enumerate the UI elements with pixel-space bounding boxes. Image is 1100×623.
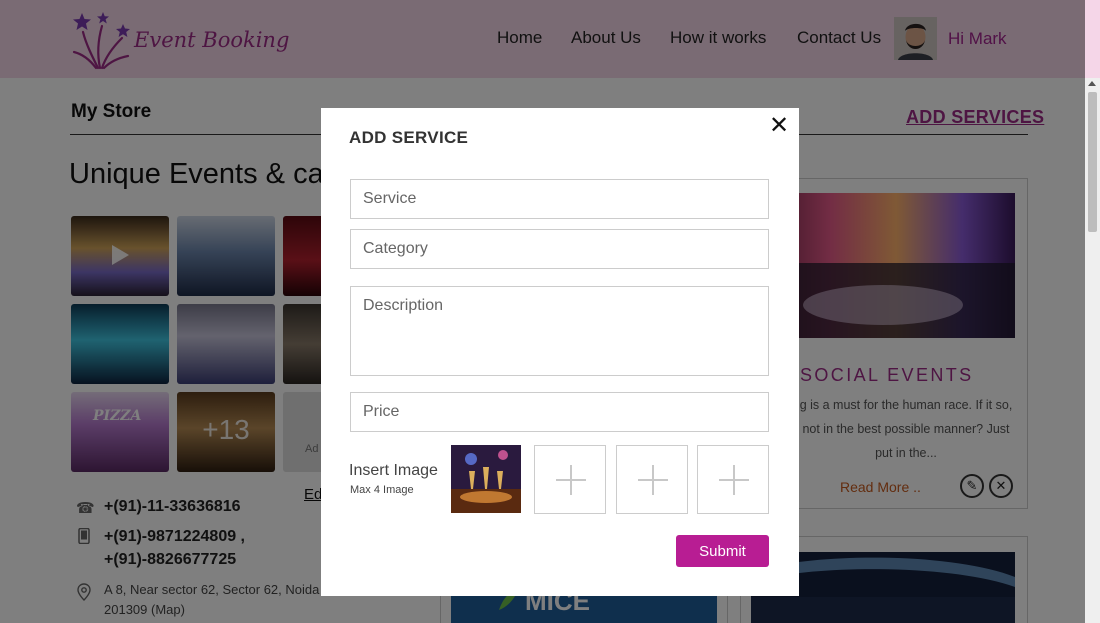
description-textarea[interactable] (350, 286, 769, 376)
scroll-up-arrow[interactable] (1088, 81, 1096, 86)
close-icon[interactable]: ✕ (769, 114, 789, 138)
plus-icon (638, 465, 668, 495)
max-image-note: Max 4 Image (350, 484, 414, 496)
plus-icon (556, 465, 586, 495)
uploaded-image-thumb[interactable] (451, 445, 521, 513)
service-input[interactable] (350, 179, 769, 219)
price-input[interactable] (350, 392, 769, 432)
modal-title: ADD SERVICE (349, 128, 469, 147)
plus-icon (719, 465, 749, 495)
submit-button[interactable]: Submit (676, 535, 769, 567)
image-upload-slot[interactable] (534, 445, 606, 514)
category-input[interactable] (350, 229, 769, 269)
page-scrollbar[interactable] (1085, 78, 1100, 623)
scrollbar-thumb[interactable] (1088, 92, 1097, 232)
image-upload-slot[interactable] (697, 445, 769, 514)
add-service-modal: ADD SERVICE ✕ Insert Image Max 4 Image S… (321, 108, 799, 596)
insert-image-label: Insert Image (349, 462, 438, 479)
image-upload-slot[interactable] (616, 445, 688, 514)
